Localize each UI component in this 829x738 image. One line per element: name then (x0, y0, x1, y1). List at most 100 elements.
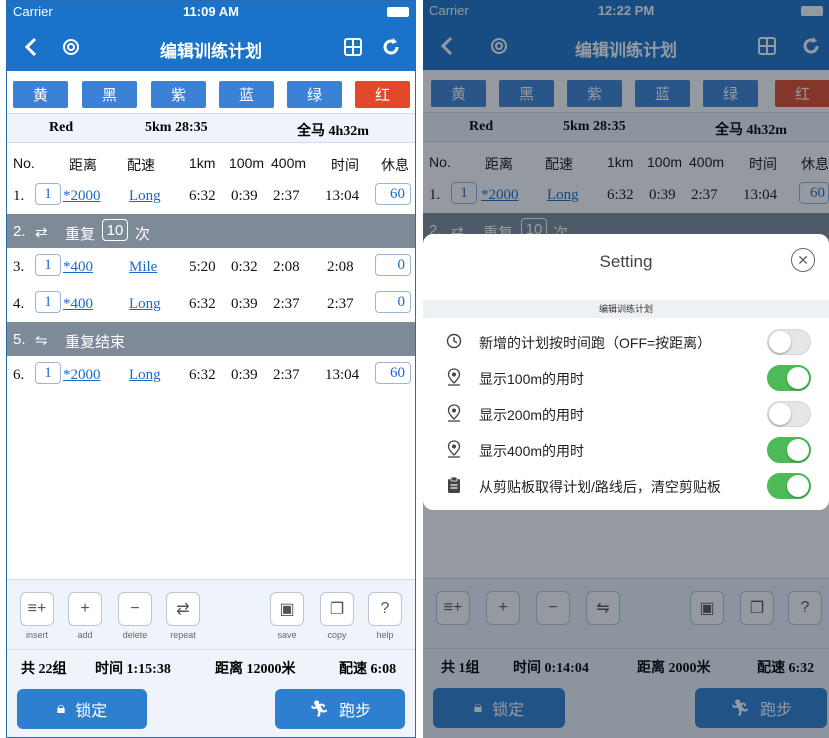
cell-time: 2:37 (327, 296, 354, 312)
color-button-yellow[interactable]: 黄 (13, 81, 68, 108)
repeat-label: repeat (170, 630, 196, 640)
lock-button[interactable]: 🔒︎ 锁定 (17, 689, 147, 729)
status-bar: Carrier 11:09 AM (7, 1, 415, 23)
setting-toggle-100m[interactable] (767, 365, 811, 391)
cell-400m: 2:08 (273, 259, 300, 275)
color-button-blue[interactable]: 蓝 (219, 81, 274, 108)
copy-icon: ❐ (320, 592, 354, 626)
total-pace: 配速 6:08 (339, 662, 397, 677)
dialog-title: Setting (599, 252, 653, 271)
pace-5k: 5km 28:35 (145, 120, 208, 135)
cell-1km: 6:32 (189, 296, 216, 312)
repeat-start-row[interactable]: 2. ⇄ 重复 10 次 (7, 214, 415, 248)
setting-show-100m: 显示100m的用时 (423, 360, 829, 396)
clock-icon (445, 332, 463, 350)
add-tool[interactable]: + add (67, 592, 103, 640)
repeat-count-field[interactable]: 1 (35, 254, 61, 276)
row-number: 6. (13, 367, 25, 383)
repeat-count-field[interactable]: 1 (35, 291, 61, 313)
plan-totals: 共 22组 时间 1:15:38 距离 12000米 配速 6:08 (7, 649, 415, 680)
cell-time: 13:04 (325, 367, 360, 383)
left-phone-screen: Carrier 11:09 AM 编辑训练计划 黄 黑 紫 蓝 绿 红 Red … (6, 0, 416, 738)
help-icon: ? (368, 592, 402, 626)
location-pin-icon (445, 404, 463, 422)
lock-icon: 🔒︎ (56, 700, 66, 717)
lock-label: 锁定 (75, 703, 108, 720)
header-1km: 1km (189, 155, 216, 171)
insert-label: insert (25, 630, 48, 640)
rest-field[interactable]: 60 (375, 183, 411, 205)
header-rest: 休息 (381, 157, 409, 173)
rest-field[interactable]: 0 (375, 291, 411, 313)
distance-link[interactable]: *400 (63, 259, 93, 276)
cell-time: 2:08 (327, 259, 354, 275)
copy-tool[interactable]: ❐ copy (319, 592, 355, 640)
cell-100m: 0:39 (231, 367, 258, 383)
header-400m: 400m (271, 155, 307, 171)
plus-icon: + (68, 592, 102, 626)
runner-icon: 🏃︎ (308, 701, 330, 718)
delete-tool[interactable]: − delete (117, 592, 153, 640)
distance-link[interactable]: *2000 (63, 367, 101, 384)
color-button-green[interactable]: 绿 (287, 81, 342, 108)
header-time: 时间 (331, 157, 359, 173)
status-time: 11:09 AM (183, 4, 239, 19)
repeat-times-field[interactable]: 10 (102, 219, 128, 241)
table-row[interactable]: 3. 1 *400 Mile 5:20 0:32 2:08 2:08 0 (7, 248, 415, 285)
setting-label: 新增的计划按时间跑（OFF=按距离） (479, 335, 712, 351)
table-row[interactable]: 6. 1 *2000 Long 6:32 0:39 2:37 13:04 60 (7, 356, 415, 393)
pace-link[interactable]: Long (129, 188, 161, 205)
cell-400m: 2:37 (273, 367, 300, 383)
save-icon: ▣ (270, 592, 304, 626)
refresh-icon[interactable] (377, 33, 405, 61)
setting-toggle-clear-clipboard[interactable] (767, 473, 811, 499)
header-no: No. (13, 155, 35, 171)
pace-link[interactable]: Mile (129, 259, 157, 276)
row-number: 4. (13, 296, 25, 312)
cell-400m: 2:37 (273, 296, 300, 312)
help-tool[interactable]: ? help (367, 592, 403, 640)
total-distance: 距离 12000米 (215, 662, 296, 677)
setting-toggle-run-by-time[interactable] (767, 329, 811, 355)
pace-link[interactable]: Long (129, 296, 161, 313)
toggle-knob (769, 331, 791, 353)
color-button-black[interactable]: 黑 (82, 81, 137, 108)
cell-1km: 6:32 (189, 367, 216, 383)
repeat-tool[interactable]: ⇄ repeat (165, 592, 201, 640)
repeat-count-field[interactable]: 1 (35, 183, 61, 205)
toggle-knob (787, 439, 809, 461)
save-tool[interactable]: ▣ save (269, 592, 305, 640)
settings-dialog: Setting ✕ 编辑训练计划 新增的计划按时间跑（OFF=按距离） 显示10… (423, 234, 829, 510)
color-button-red[interactable]: 红 (355, 81, 410, 108)
toggle-knob (787, 475, 809, 497)
toggle-knob (769, 403, 791, 425)
help-label: help (376, 630, 394, 640)
total-groups: 共 22组 (21, 662, 67, 677)
run-label: 跑步 (339, 703, 372, 720)
distance-link[interactable]: *2000 (63, 188, 101, 205)
setting-toggle-400m[interactable] (767, 437, 811, 463)
rest-field[interactable]: 60 (375, 362, 411, 384)
color-button-purple[interactable]: 紫 (151, 81, 206, 108)
total-time: 时间 1:15:38 (95, 662, 171, 677)
rest-field[interactable]: 0 (375, 254, 411, 276)
marathon-time: 全马 4h32m (297, 124, 369, 139)
close-icon[interactable]: ✕ (791, 248, 815, 272)
table-header: No. 距离 配速 1km 100m 400m 时间 休息 (7, 143, 415, 177)
setting-toggle-200m[interactable] (767, 401, 811, 427)
table-row[interactable]: 4. 1 *400 Long 6:32 0:39 2:37 2:37 0 (7, 285, 415, 322)
repeat-end-row[interactable]: 5. ⇋ 重复结束 (7, 322, 415, 356)
repeat-count-field[interactable]: 1 (35, 362, 61, 384)
insert-tool[interactable]: ≡+ insert (19, 592, 55, 640)
pace-link[interactable]: Long (129, 367, 161, 384)
setting-label: 从剪贴板取得计划/路线后，清空剪贴板 (479, 479, 721, 495)
cell-100m: 0:39 (231, 296, 258, 312)
calculator-icon[interactable] (339, 33, 367, 61)
distance-link[interactable]: *400 (63, 296, 93, 313)
edit-toolbar: ≡+ insert + add − delete ⇄ repeat ▣ save ❐ cop… (7, 579, 415, 650)
repeat-icon: ⇄ (166, 592, 200, 626)
run-button[interactable]: 🏃︎ 跑步 (275, 689, 405, 729)
table-row[interactable]: 1. 1 *2000 Long 6:32 0:39 2:37 13:04 60 (7, 177, 415, 214)
save-label: save (277, 630, 297, 640)
cell-1km: 6:32 (189, 188, 216, 204)
